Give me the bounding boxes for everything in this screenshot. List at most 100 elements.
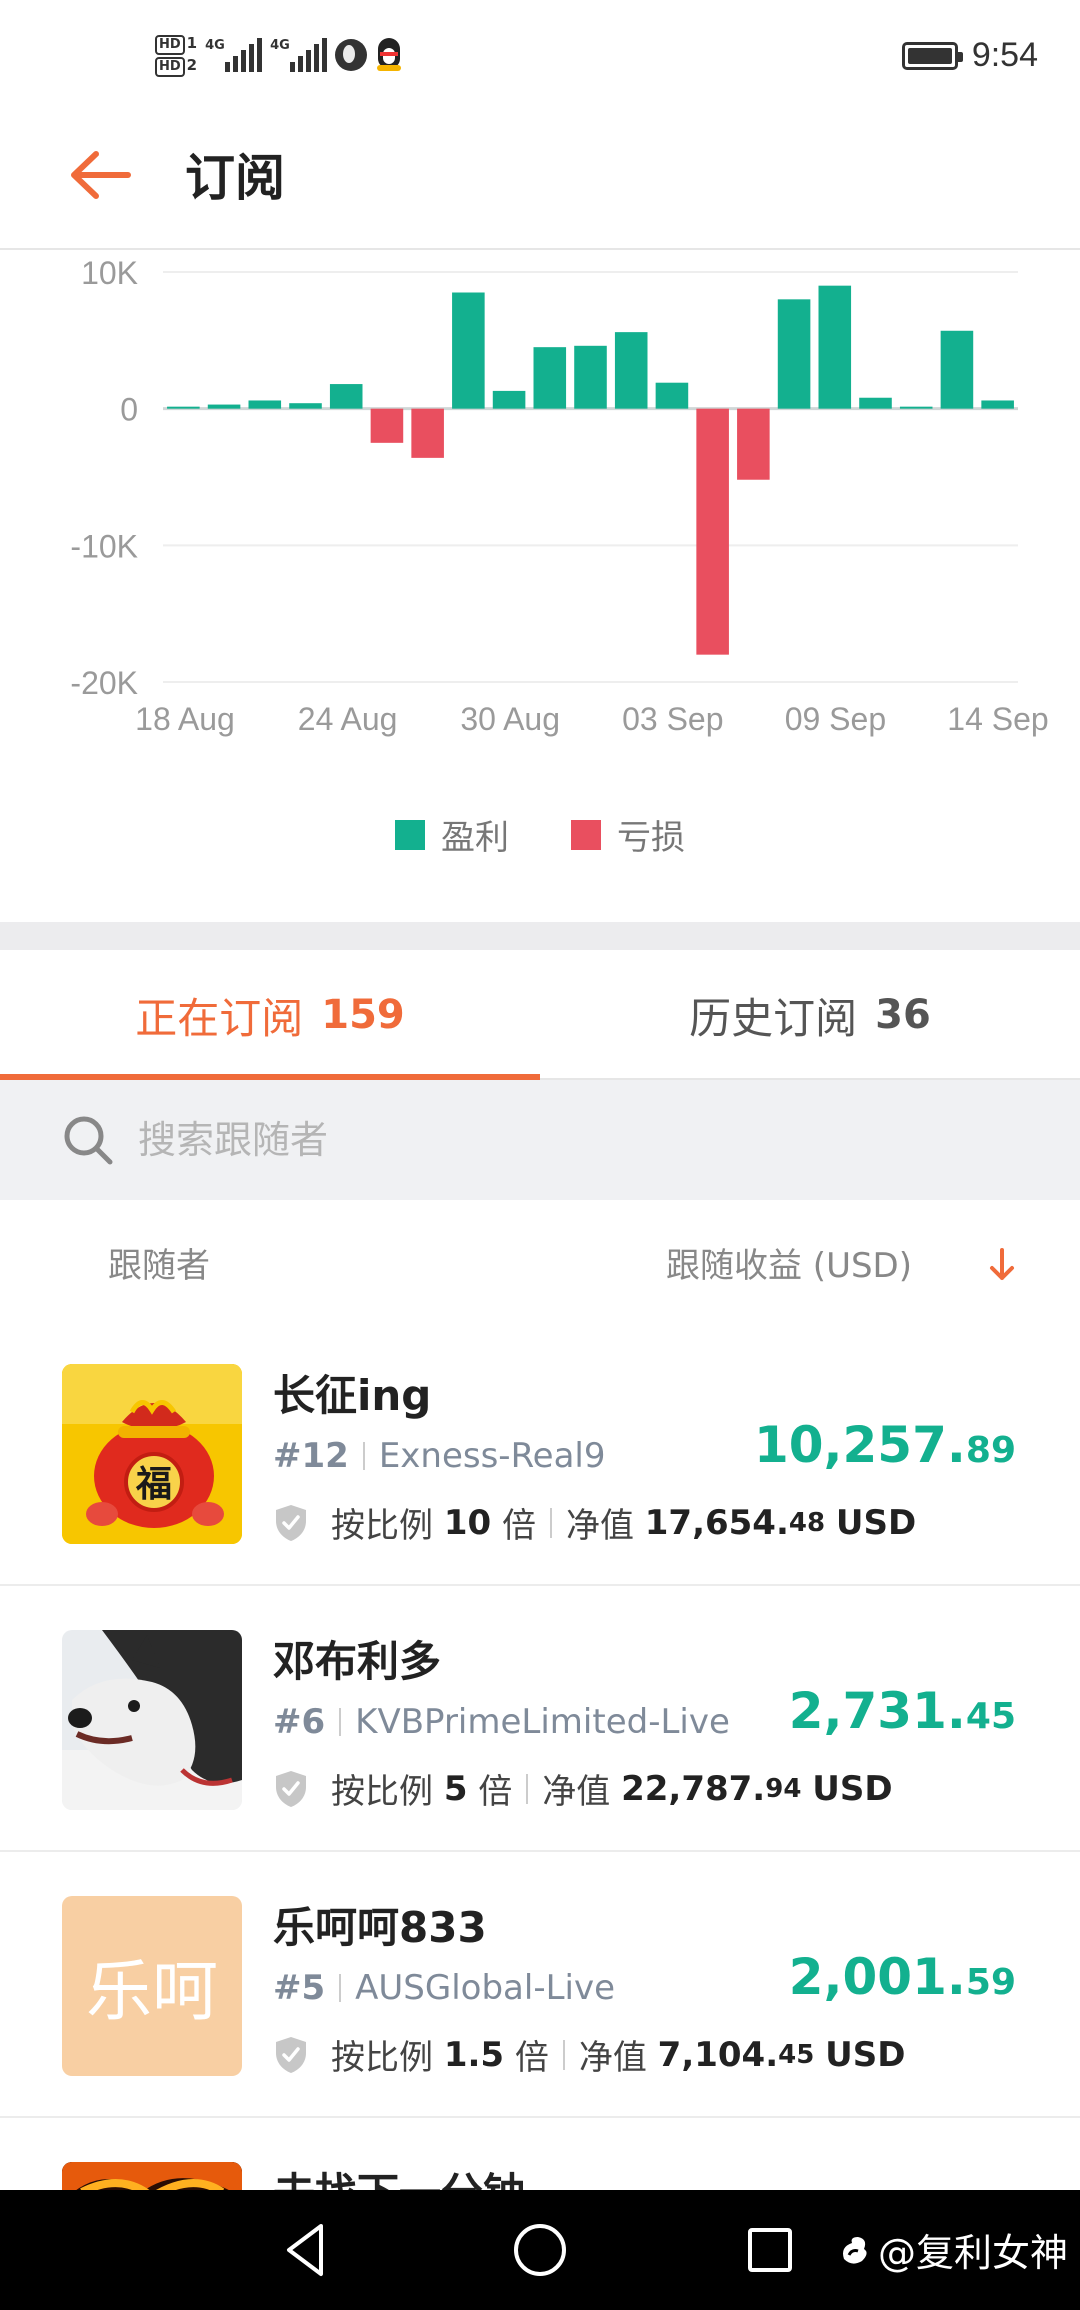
globe-icon bbox=[335, 39, 368, 71]
search-icon bbox=[64, 1116, 113, 1165]
status-icons-left: HD 1 HD 2 4G 4G bbox=[155, 30, 403, 80]
penguin-icon bbox=[375, 38, 403, 72]
ratio-prefix: 按比例 bbox=[331, 2038, 433, 2078]
ratio-suffix: 倍 bbox=[514, 2038, 549, 2078]
system-nav-bar: @复利女神 bbox=[0, 2190, 1080, 2310]
chart-bar[interactable] bbox=[981, 400, 1014, 409]
broker-account: KVBPrimeLimited-Live bbox=[355, 1702, 730, 1742]
broker-account: AUSGlobal-Live bbox=[355, 1968, 616, 2008]
hd-indicator: HD 1 HD 2 bbox=[155, 33, 197, 77]
chart-bar[interactable] bbox=[899, 406, 933, 409]
chart-bar[interactable] bbox=[777, 299, 811, 409]
chart-bar[interactable] bbox=[248, 400, 282, 409]
chart-bar[interactable] bbox=[940, 330, 974, 409]
chart-bar[interactable] bbox=[207, 404, 241, 409]
detail-line: 按比例 10 倍 净值 17,654. 48 USD bbox=[273, 1498, 916, 1547]
chart-bar[interactable] bbox=[411, 408, 444, 458]
chart-bar[interactable] bbox=[167, 406, 200, 409]
arrow-down-icon[interactable] bbox=[982, 1244, 1022, 1284]
follow-profit: 2,731.45 bbox=[789, 1682, 1016, 1740]
profit-dec: 89 bbox=[965, 1430, 1016, 1471]
watermark: @复利女神 bbox=[838, 2222, 1068, 2277]
equity-unit: USD bbox=[835, 1502, 917, 1543]
chart-bar[interactable] bbox=[696, 408, 729, 655]
rank-account-line: #12 Exness-Real9 bbox=[273, 1436, 606, 1476]
x-tick-label: 18 Aug bbox=[135, 701, 235, 737]
back-button[interactable] bbox=[70, 140, 150, 210]
sim2-label: 2 bbox=[186, 56, 198, 74]
rank-badge: #6 bbox=[273, 1702, 326, 1742]
battery-icon bbox=[901, 41, 963, 70]
legend-swatch-profit bbox=[395, 819, 425, 850]
y-tick-label: 0 bbox=[120, 392, 138, 428]
tab-current-subscriptions[interactable]: 正在订阅 159 bbox=[0, 950, 540, 1080]
column-follower-profit[interactable]: 跟随收益 (USD) bbox=[666, 1238, 912, 1287]
nav-back-icon[interactable] bbox=[275, 2218, 339, 2282]
list-item[interactable]: 乐呵 乐呵呵833 #5 AUSGlobal-Live 按比例 1.5 倍 净值… bbox=[0, 1852, 1080, 2118]
chart-bar[interactable] bbox=[574, 345, 607, 409]
profit-int: 2,001. bbox=[788, 1948, 966, 2006]
signal-icon-2: 4G bbox=[270, 38, 328, 72]
svg-text:福: 福 bbox=[135, 1464, 172, 1505]
weibo-logo-icon bbox=[842, 2236, 867, 2264]
tab-history-subscriptions[interactable]: 历史订阅 36 bbox=[540, 950, 1080, 1080]
x-tick-label: 14 Sep bbox=[947, 701, 1048, 737]
equity-int: 22,787. bbox=[621, 1768, 766, 1809]
chart-bar[interactable] bbox=[289, 403, 322, 409]
hd1-label: HD bbox=[155, 35, 185, 55]
chart-bar[interactable] bbox=[533, 347, 567, 409]
signal-icon-1: 4G bbox=[205, 38, 263, 72]
chart-bar[interactable] bbox=[370, 408, 404, 443]
chart-bar[interactable] bbox=[737, 408, 770, 480]
ratio-value: 5 bbox=[443, 1768, 468, 1809]
equity-dec: 45 bbox=[778, 2039, 815, 2070]
chart-bar[interactable] bbox=[452, 292, 485, 409]
nav-recents-icon[interactable] bbox=[738, 2218, 802, 2282]
tab-label: 历史订阅 bbox=[689, 993, 858, 1043]
status-icons-right: 9:54 bbox=[901, 36, 1038, 75]
follow-profit: 10,257.89 bbox=[754, 1416, 1016, 1474]
chart-bar[interactable] bbox=[859, 397, 892, 409]
rank-account-line: #5 AUSGlobal-Live bbox=[273, 1968, 615, 2008]
network-type-2: 4G bbox=[270, 38, 290, 53]
broker-account: Exness-Real9 bbox=[378, 1436, 606, 1476]
x-tick-label: 03 Sep bbox=[622, 701, 723, 737]
ratio-suffix: 倍 bbox=[478, 1772, 513, 1812]
chart-bar[interactable] bbox=[614, 332, 648, 409]
profit-int: 10,257. bbox=[753, 1416, 966, 1474]
rank-badge: #12 bbox=[273, 1436, 349, 1476]
divider bbox=[549, 1507, 552, 1538]
follower-name: 乐呵呵833 bbox=[273, 1903, 487, 1952]
chart-bar[interactable] bbox=[818, 285, 852, 409]
profit-chart: 10K 0 -10K -20K 18 Aug 24 Aug 30 Aug 03 Sep 09 S… bbox=[0, 252, 1080, 922]
profit-int: 2,731. bbox=[788, 1682, 966, 1740]
shield-check-icon bbox=[276, 1770, 306, 1807]
chart-bar[interactable] bbox=[492, 390, 526, 409]
y-tick-label: -10K bbox=[70, 528, 138, 564]
arrow-left-icon bbox=[71, 151, 131, 199]
detail-line: 按比例 1.5 倍 净值 7,104. 45 USD bbox=[273, 2030, 905, 2079]
legend-item-profit: 盈利 bbox=[395, 810, 509, 859]
search-input[interactable] bbox=[138, 1104, 1018, 1176]
hd2-label: HD bbox=[155, 57, 185, 77]
equity-dec: 48 bbox=[788, 1507, 826, 1538]
x-tick-label: 09 Sep bbox=[785, 701, 886, 737]
watermark-text: @复利女神 bbox=[877, 2231, 1068, 2275]
equity-int: 7,104. bbox=[657, 2034, 779, 2075]
list-item[interactable]: 邓布利多 #6 KVBPrimeLimited-Live 按比例 5 倍 净值 … bbox=[0, 1586, 1080, 1852]
chart-bar[interactable] bbox=[655, 382, 689, 409]
list-item[interactable]: 福 长征ing #12 Exness-Real9 按比例 10 倍 净值 17,… bbox=[0, 1320, 1080, 1586]
chart-bar[interactable] bbox=[329, 384, 363, 409]
divider bbox=[562, 2039, 565, 2070]
shield-check-icon bbox=[276, 2036, 306, 2073]
legend-item-loss: 亏损 bbox=[571, 810, 685, 859]
detail-line: 按比例 5 倍 净值 22,787. 94 USD bbox=[273, 1764, 893, 1813]
equity-dec: 94 bbox=[765, 1773, 802, 1804]
ratio-value: 1.5 bbox=[443, 2034, 505, 2075]
ratio-prefix: 按比例 bbox=[331, 1772, 433, 1812]
section-divider bbox=[0, 922, 1080, 950]
chart-svg: 10K 0 -10K -20K18 Aug 24 Aug 30 Aug 03 Sep 09 S… bbox=[70, 255, 1048, 737]
x-tick-label: 30 Aug bbox=[460, 701, 560, 737]
nav-home-icon[interactable] bbox=[508, 2218, 572, 2282]
ratio-prefix: 按比例 bbox=[331, 1506, 433, 1546]
